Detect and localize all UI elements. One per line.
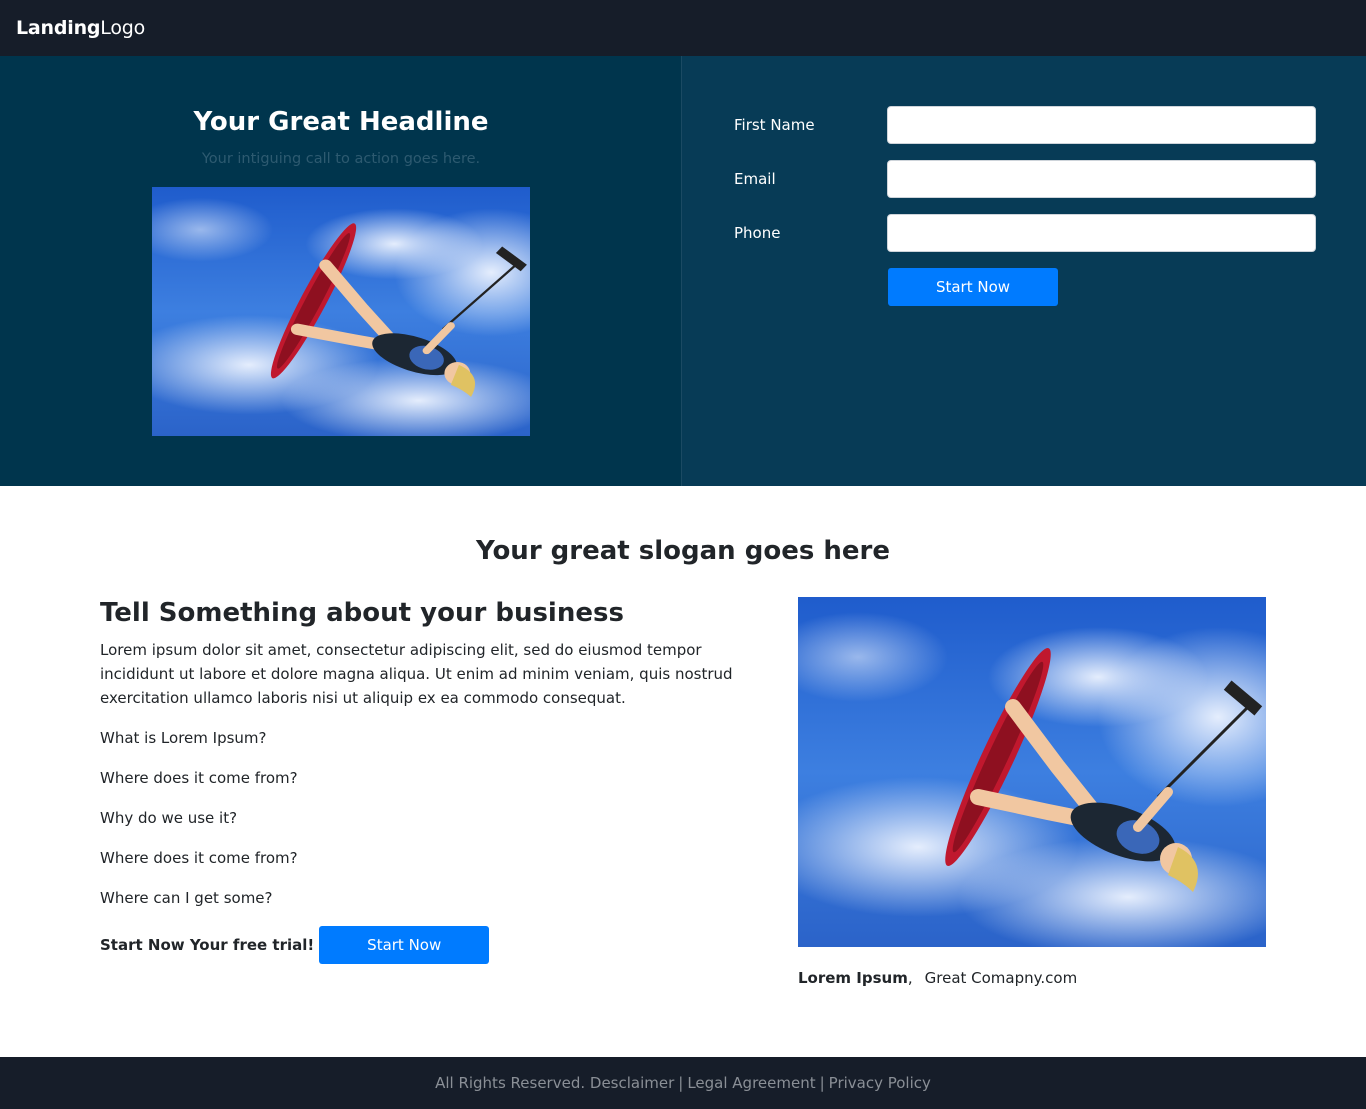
footer-separator: | — [678, 1074, 684, 1092]
phone-row: Phone — [734, 214, 1316, 252]
email-input[interactable] — [887, 160, 1316, 198]
hero-start-now-button[interactable]: Start Now — [888, 268, 1058, 306]
caption-company: Great Comapny.com — [924, 969, 1078, 987]
faq-item: Where can I get some? — [100, 889, 273, 907]
faq-item: What is Lorem Ipsum? — [100, 729, 267, 747]
faq-item: Where does it come from? — [100, 849, 298, 867]
trial-text: Start Now Your free trial! — [100, 936, 315, 954]
footer: All Rights Reserved. Desclaimer | Legal Ag… — [0, 1057, 1366, 1109]
faq-item: Why do we use it? — [100, 809, 238, 827]
hero-image — [152, 187, 530, 436]
brand-logo-link[interactable]: LandingLogo — [16, 17, 145, 39]
slogan-heading: Your great slogan goes here — [476, 536, 890, 566]
caption-comma: , — [907, 969, 913, 987]
footer-privacy-link[interactable]: Privacy Policy — [829, 1074, 931, 1092]
hero-subtitle: Your intiguing call to action goes here. — [201, 151, 481, 167]
brand-bold: Landing — [16, 17, 101, 39]
email-label: Email — [734, 170, 776, 188]
kiteboarder-image — [152, 187, 530, 436]
brand-rest: Logo — [100, 17, 146, 39]
phone-input[interactable] — [887, 214, 1316, 252]
navbar: LandingLogo — [0, 0, 1366, 56]
first-name-input[interactable] — [887, 106, 1316, 144]
caption-bold: Lorem Ipsum — [798, 969, 908, 987]
footer-legal-link[interactable]: Legal Agreement — [687, 1074, 815, 1092]
phone-label: Phone — [734, 224, 781, 242]
kiteboarder-image-large — [798, 597, 1266, 947]
first-name-row: First Name — [734, 106, 1316, 144]
faq-item: Where does it come from? — [100, 769, 298, 787]
about-paragraph: Lorem ipsum dolor sit amet, consectetur … — [100, 641, 733, 707]
email-row: Email — [734, 160, 1316, 198]
hero-left-panel: Your Great Headline Your intiguing call … — [0, 56, 682, 486]
first-name-label: First Name — [734, 116, 815, 134]
hero-headline: Your Great Headline — [193, 107, 489, 137]
footer-rights: All Rights Reserved. — [435, 1074, 586, 1092]
trial-start-now-button[interactable]: Start Now — [319, 926, 490, 964]
hero-section: Your Great Headline Your intiguing call … — [0, 56, 1366, 486]
footer-separator: | — [819, 1074, 825, 1092]
footer-disclaimer-link[interactable]: Desclaimer — [590, 1074, 674, 1092]
about-heading: Tell Something about your business — [100, 598, 624, 628]
signup-form-panel: First Name Email Phone Start Now — [682, 56, 1366, 486]
trial-row: Start Now Your free trial! Start Now — [100, 926, 490, 964]
image-caption: Lorem Ipsum, Great Comapny.com — [798, 969, 1077, 987]
content-image — [798, 597, 1266, 947]
